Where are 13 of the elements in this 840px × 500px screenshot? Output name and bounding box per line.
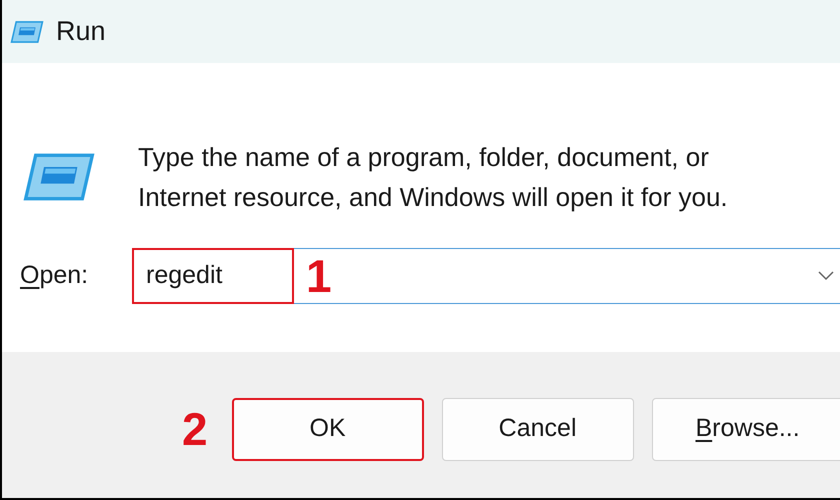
description-text: Type the name of a program, folder, document, or Internet resource, and Windows will open it for you. — [138, 140, 729, 214]
step-number: 2 — [182, 402, 208, 456]
open-input-value: regedit — [132, 248, 294, 304]
dialog-button[interactable]: Cancel — [442, 398, 634, 460]
window-title: Run — [56, 15, 106, 48]
dialog-button[interactable]: OK — [232, 398, 424, 460]
dialog-button[interactable]: Browse... — [652, 398, 840, 460]
open-combobox[interactable]: regedit 1 — [132, 248, 840, 304]
open-label: Open: — [19, 260, 90, 292]
step-number: 1 — [306, 248, 332, 304]
dropdown-chevron-icon[interactable] — [818, 271, 834, 281]
run-app-icon — [10, 20, 44, 44]
run-app-icon — [22, 152, 96, 202]
